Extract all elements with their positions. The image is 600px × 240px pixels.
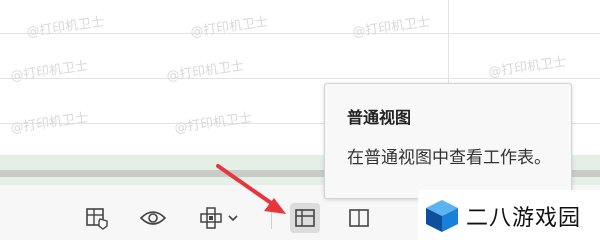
watermark: @打印机卫士 <box>9 110 89 137</box>
page-break-preview-icon <box>86 208 108 230</box>
watermark: @打印机卫士 <box>173 110 253 137</box>
tooltip-title: 普通视图 <box>347 108 412 127</box>
reading-view-icon <box>139 211 167 225</box>
watermark: @打印机卫士 <box>351 14 431 41</box>
cube-logo-icon <box>426 200 458 232</box>
page-break-preview-button[interactable] <box>82 203 112 233</box>
page-layout-icon <box>349 209 369 227</box>
normal-view-icon <box>295 209 315 227</box>
normal-view-tooltip: 普通视图 在普通视图中查看工作表。 <box>324 83 572 199</box>
branding-text: 二八游戏园 <box>466 206 582 231</box>
grid-row-line <box>0 78 600 79</box>
tooltip-body: 在普通视图中查看工作表。 <box>347 148 551 168</box>
site-branding: 二八游戏园 <box>418 190 600 240</box>
watermark: @打印机卫士 <box>487 54 567 81</box>
watermark: @打印机卫士 <box>165 58 245 85</box>
watermark: @打印机卫士 <box>9 58 89 85</box>
reading-view-button[interactable] <box>138 203 168 233</box>
watermark: @打印机卫士 <box>25 14 105 41</box>
page-layout-button[interactable] <box>344 203 374 233</box>
watermark: @打印机卫士 <box>189 14 269 41</box>
grid-row-line <box>0 33 600 34</box>
normal-view-button[interactable] <box>290 203 320 233</box>
red-arrow-annotation <box>216 164 286 214</box>
